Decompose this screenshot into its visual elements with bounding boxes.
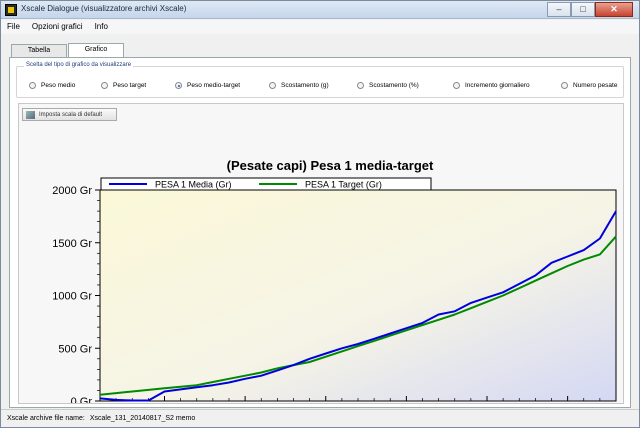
chart-icon [26, 110, 35, 119]
y-tick-label: 1500 Gr [52, 238, 92, 250]
legend-label-target: PESA 1 Target (Gr) [305, 180, 382, 190]
radio-scostamento-pct[interactable]: Scostamento (%) [357, 82, 419, 89]
menu-opzioni-grafici[interactable]: Opzioni grafici [26, 20, 89, 34]
chart-title: (Pesate capi) Pesa 1 media-target [227, 158, 434, 173]
radio-incremento-giornaliero[interactable]: Incremento giornaliero [453, 82, 530, 89]
radio-peso-medio-target[interactable]: Peso medio-target [175, 82, 240, 89]
maximize-button[interactable]: □ [571, 2, 595, 17]
status-bar: Xscale archive file name: Xscale_131_201… [1, 409, 639, 427]
radio-peso-medio[interactable]: Peso medio [29, 82, 75, 89]
radio-label: Peso target [113, 82, 147, 89]
radio-indicator[interactable] [29, 82, 36, 89]
y-tick-label: 2000 Gr [52, 185, 92, 197]
radio-indicator[interactable] [453, 82, 460, 89]
radio-indicator[interactable] [269, 82, 276, 89]
close-button[interactable]: ✕ [595, 2, 633, 17]
app-window: Xscale Dialogue (visualizzatore archivi … [0, 0, 640, 428]
y-tick-label: 500 Gr [58, 343, 92, 355]
radio-indicator-checked[interactable] [175, 82, 182, 89]
chart-svg: (Pesate capi) Pesa 1 media-target PESA 1 … [52, 158, 617, 428]
default-scale-label: Imposta scala di default [39, 111, 103, 118]
radio-label: Scostamento (g) [281, 82, 329, 89]
menu-file[interactable]: File [1, 20, 26, 34]
group-label: Scelta del tipo di grafico da visualizza… [24, 62, 134, 68]
radio-label: Scostamento (%) [369, 82, 419, 89]
menu-bar: File Opzioni grafici Info [1, 20, 639, 34]
chart-type-group: Scelta del tipo di grafico da visualizza… [16, 62, 624, 98]
plot-frame [99, 189, 617, 402]
radio-peso-target[interactable]: Peso target [101, 82, 146, 89]
title-bar[interactable]: Xscale Dialogue (visualizzatore archivi … [1, 1, 639, 19]
grafico-panel: Scelta del tipo di grafico da visualizza… [9, 57, 631, 428]
minimize-button[interactable]: – [547, 2, 571, 17]
window-title: Xscale Dialogue (visualizzatore archivi … [21, 4, 187, 13]
radio-label: Numero pesate [573, 82, 618, 89]
menu-info[interactable]: Info [89, 20, 114, 34]
y-tick-label: 1000 Gr [52, 291, 92, 303]
radio-scostamento-g[interactable]: Scostamento (g) [269, 82, 329, 89]
radio-numero-pesate[interactable]: Numero pesate [561, 82, 617, 89]
y-tick-label: 0 Gr [71, 396, 93, 403]
radio-indicator[interactable] [357, 82, 364, 89]
radio-indicator[interactable] [561, 82, 568, 89]
radio-label: Incremento giornaliero [465, 82, 530, 89]
status-label: Xscale archive file name: [7, 415, 85, 422]
app-icon [5, 4, 17, 16]
chart-area: (Pesate capi) Pesa 1 media-target PESA 1 … [18, 103, 624, 428]
radio-indicator[interactable] [101, 82, 108, 89]
legend-label-media: PESA 1 Media (Gr) [155, 180, 232, 190]
radio-label: Peso medio [41, 82, 76, 89]
status-value: Xscale_131_20140817_S2 memo [89, 415, 196, 422]
tab-strip: Tabella Grafico [11, 43, 125, 58]
default-scale-button[interactable]: Imposta scala di default [22, 108, 117, 121]
tab-grafico[interactable]: Grafico [68, 43, 124, 58]
radio-label: Peso medio-target [187, 82, 241, 89]
tab-tabella[interactable]: Tabella [11, 44, 67, 57]
